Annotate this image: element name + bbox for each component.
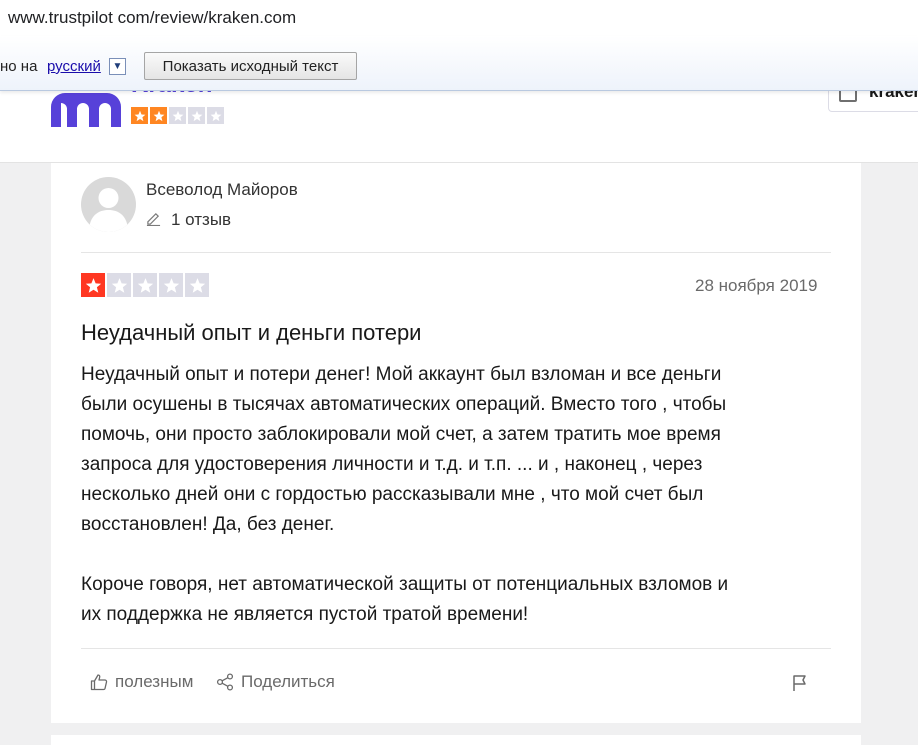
share-label: Поделиться [241, 672, 335, 691]
translate-bar: но на русский ▼ Показать исходный текст [0, 36, 918, 91]
avatar[interactable] [81, 177, 136, 232]
divider [81, 648, 831, 649]
show-original-button[interactable]: Показать исходный текст [144, 52, 357, 80]
star-icon [185, 273, 209, 297]
browser-url-bar[interactable]: www.trustpilot com/review/kraken.com [0, 0, 918, 36]
review-body-line: Неудачный опыт и потери денег! Мой аккау… [81, 364, 722, 385]
share-icon [216, 673, 234, 691]
share-button[interactable]: Поделиться [216, 672, 335, 692]
review-body-line: несколько дней они с гордостью рассказыв… [81, 484, 704, 505]
star-icon [150, 107, 167, 124]
star-icon [107, 273, 131, 297]
review-title[interactable]: Неудачный опыт и деньги потери [81, 320, 421, 346]
company-rating-stars [131, 107, 224, 124]
review-body-line: помочь, они просто заблокировали мой сче… [81, 424, 721, 445]
useful-label: полезным [115, 672, 194, 691]
reviewer-name[interactable]: Всеволод Майоров [146, 180, 298, 200]
pencil-icon [146, 212, 161, 226]
kraken-logo-icon [51, 93, 121, 127]
review-date: 28 ноября 2019 [695, 276, 818, 295]
star-icon [159, 273, 183, 297]
kraken-logo[interactable] [51, 93, 121, 132]
url-text[interactable]: www.trustpilot com/review/kraken.com [8, 8, 296, 28]
star-icon [133, 273, 157, 297]
review-body-line: их поддержка не является пустой тратой в… [81, 604, 529, 625]
thumbs-up-icon [90, 674, 108, 691]
useful-button[interactable]: полезным [90, 672, 193, 692]
next-review-card [51, 735, 861, 745]
reviews-count: 1 отзыв [171, 210, 232, 229]
star-icon [131, 107, 148, 124]
star-icon [207, 107, 224, 124]
translate-prefix-text: но на [0, 58, 38, 75]
review-body-line: запроса для удостоверения личности и т.д… [81, 454, 703, 475]
divider [81, 252, 831, 253]
review-body: Неудачный опыт и потери денег! Мой аккау… [81, 360, 841, 630]
star-icon [81, 273, 105, 297]
star-icon [169, 107, 186, 124]
avatar-placeholder-icon [89, 188, 128, 232]
review-body-line: Короче говоря, нет автоматической защиты… [81, 574, 729, 595]
flag-icon[interactable] [792, 674, 808, 692]
star-icon [188, 107, 205, 124]
review-body-line: восстановлен! Да, без денег. [81, 514, 335, 535]
language-dropdown-button[interactable]: ▼ [109, 58, 126, 75]
translate-language-link[interactable]: русский [47, 58, 101, 75]
review-body-line: были осушены в тысячах автоматических оп… [81, 394, 727, 415]
review-rating-stars [81, 273, 209, 297]
